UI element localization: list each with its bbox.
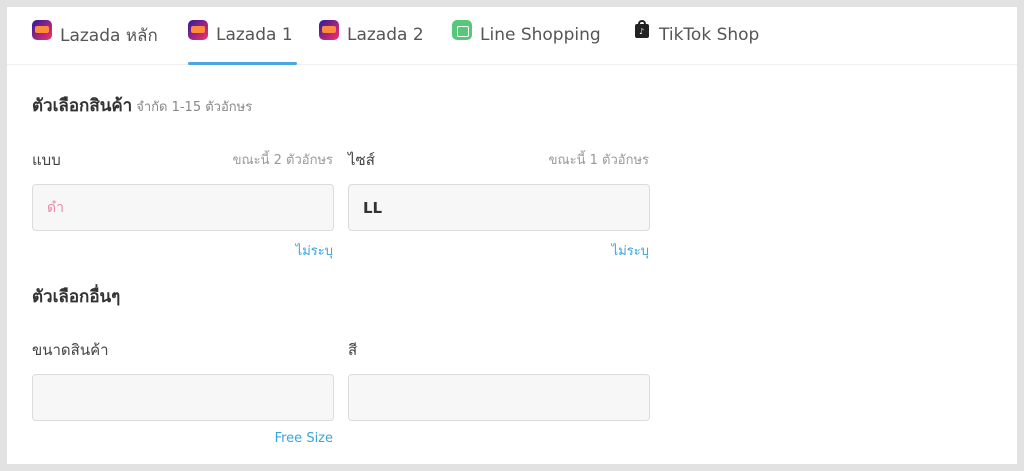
color-input[interactable] xyxy=(348,374,650,421)
tab-lazada-1[interactable]: Lazada 1 xyxy=(188,7,297,65)
lazada-icon xyxy=(32,20,52,40)
tab-lazada-main[interactable]: Lazada หลัก xyxy=(32,7,158,65)
character-limit-note: จำกัด 1-15 ตัวอักษร xyxy=(136,100,253,115)
tab-label: TikTok Shop xyxy=(659,25,760,45)
tab-line-shopping[interactable]: Line Shopping xyxy=(452,7,601,65)
tab-tiktok-shop[interactable]: ♪ TikTok Shop xyxy=(633,7,759,65)
tab-lazada-2[interactable]: Lazada 2 xyxy=(319,7,424,65)
size-label: ไซส์ xyxy=(348,151,375,169)
product-options-title: ตัวเลือกสินค้า จำกัด 1-15 ตัวอักษร xyxy=(32,92,252,119)
tab-label: Lazada 2 xyxy=(347,25,424,45)
size-input[interactable]: LL xyxy=(348,184,650,231)
model-input[interactable]: ดำ xyxy=(32,184,334,231)
other-options-title: ตัวเลือกอื่นๆ xyxy=(32,287,121,307)
tab-label: Lazada หลัก xyxy=(60,25,158,46)
product-options-panel: Lazada หลัก Lazada 1 Lazada 2 Line Shopp… xyxy=(7,7,1017,464)
tab-label: Lazada 1 xyxy=(216,25,293,45)
product-size-input[interactable] xyxy=(32,374,334,421)
model-unspecified-link[interactable]: ไม่ระบุ xyxy=(233,240,333,261)
tab-label: Line Shopping xyxy=(480,25,601,45)
size-character-counter: ขณะนี้ 1 ตัวอักษร xyxy=(548,153,649,168)
line-shopping-icon xyxy=(452,20,472,40)
tiktok-shop-icon: ♪ xyxy=(633,20,651,40)
free-size-link[interactable]: Free Size xyxy=(213,431,333,446)
marketplace-tabs: Lazada หลัก Lazada 1 Lazada 2 Line Shopp… xyxy=(7,7,1017,65)
section-title-text: ตัวเลือกสินค้า xyxy=(32,96,133,116)
size-unspecified-link[interactable]: ไม่ระบุ xyxy=(549,240,649,261)
model-label: แบบ xyxy=(32,151,61,169)
model-character-counter: ขณะนี้ 2 ตัวอักษร xyxy=(232,153,333,168)
lazada-icon xyxy=(319,20,339,40)
lazada-icon xyxy=(188,20,208,40)
color-label: สี xyxy=(348,341,358,359)
product-size-label: ขนาดสินค้า xyxy=(32,341,109,359)
